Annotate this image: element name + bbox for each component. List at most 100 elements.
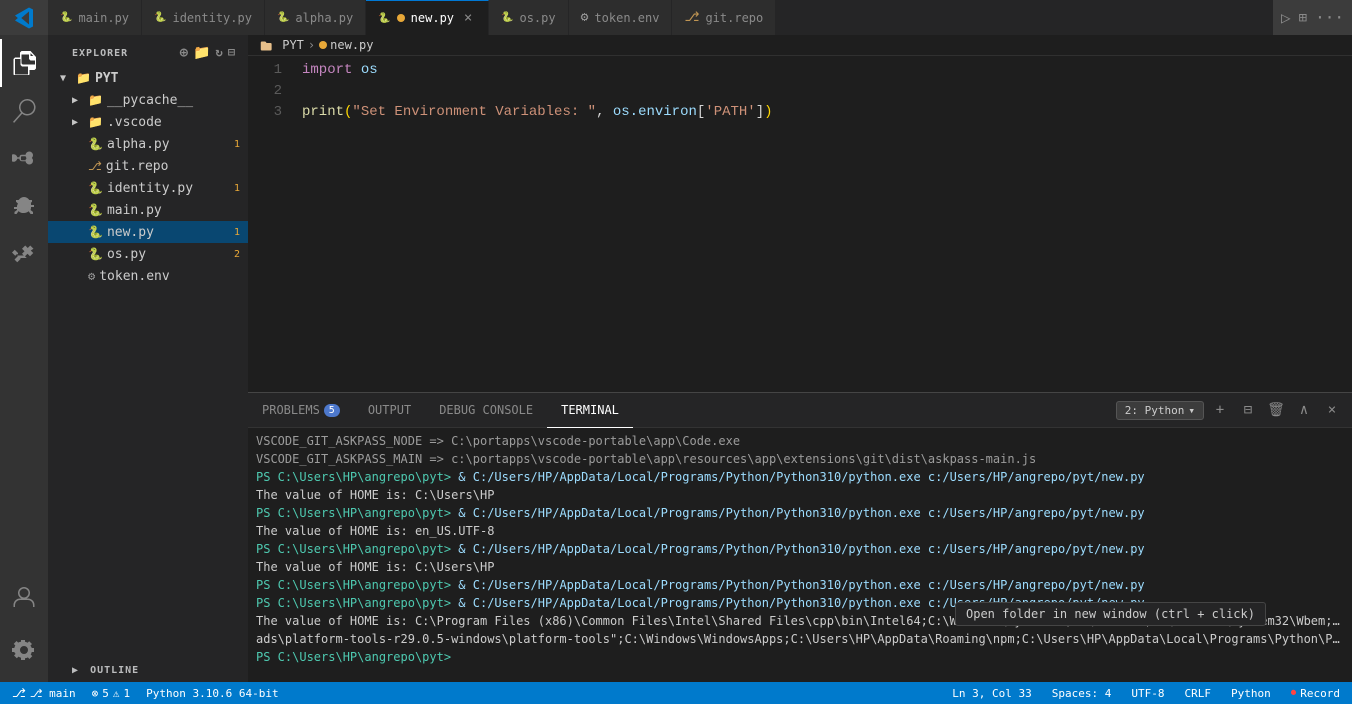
status-python-version[interactable]: Python 3.10.6 64-bit (142, 682, 282, 704)
more-options-icon[interactable]: ··· (1315, 8, 1344, 27)
line-ending-label: CRLF (1185, 687, 1212, 700)
sidebar-item-alpha.py[interactable]: 🐍 alpha.py 1 (48, 133, 248, 155)
activity-icon-debug[interactable] (0, 183, 48, 231)
file-type-icon: ⚙ (88, 269, 95, 283)
sidebar-root-label: PYT (95, 71, 248, 86)
outline-section[interactable]: ▶ OUTLINE (48, 659, 248, 682)
activity-bar-bottom (0, 574, 48, 674)
activity-icon-source-control[interactable] (0, 135, 48, 183)
tab-alpha.py[interactable]: 🐍 alpha.py (265, 0, 366, 35)
collapse-icon[interactable]: ⊟ (228, 45, 236, 61)
activity-icon-settings[interactable] (0, 626, 48, 674)
tooltip-text: Open folder in new window (ctrl + click) (966, 607, 1255, 621)
terminal-selector-label: 2: Python (1125, 404, 1185, 417)
tab-new.py[interactable]: 🐍new.py× (366, 0, 489, 35)
outline-arrow: ▶ (72, 665, 79, 676)
add-terminal-button[interactable]: + (1208, 398, 1232, 422)
new-file-icon[interactable]: ⊕ (180, 45, 189, 61)
warning-count: 1 (124, 687, 131, 700)
status-spaces[interactable]: Spaces: 4 (1048, 682, 1116, 704)
sidebar-item-.vscode[interactable]: ▶ 📁 .vscode (48, 111, 248, 133)
sidebar-item-label: identity.py (107, 181, 228, 196)
status-encoding[interactable]: UTF-8 (1127, 682, 1168, 704)
panel: PROBLEMS 5 OUTPUTDEBUG CONSOLETERMINAL 2: … (248, 392, 1352, 682)
split-terminal-button[interactable]: ⊟ (1236, 398, 1260, 422)
trash-terminal-button[interactable]: 🗑 (1264, 398, 1288, 422)
line-numbers: 123 (248, 60, 298, 388)
modified-indicator (397, 14, 405, 22)
sidebar-item-label: __pycache__ (107, 93, 248, 108)
badge: 1 (232, 183, 248, 194)
main-layout: EXPLORER ⊕ 📁 ↻ ⊟ ▼ 📁 PYT ▶ 📁 __pycache__… (0, 35, 1352, 682)
arrow-icon: ▶ (72, 117, 84, 128)
file-type-icon: 📁 (88, 93, 103, 107)
panel-badge: 5 (324, 404, 340, 417)
folder-icon: 📁 (76, 71, 91, 85)
terminal-line: PS C:\Users\HP\angrepo\pyt> (256, 648, 1344, 666)
tab-git.repo[interactable]: ⎇git.repo (672, 0, 776, 35)
sidebar-item-__pycache__[interactable]: ▶ 📁 __pycache__ (48, 89, 248, 111)
breadcrumb-file[interactable]: new.py (319, 38, 373, 52)
terminal-selector[interactable]: 2: Python ▾ (1116, 401, 1204, 420)
sidebar-item-os.py[interactable]: 🐍 os.py 2 (48, 243, 248, 265)
arrow-icon: ▶ (72, 95, 84, 106)
tab-close-button[interactable]: × (460, 10, 476, 26)
tab-identity.py[interactable]: 🐍identity.py (142, 0, 265, 35)
status-record[interactable]: ⏺ Record (1287, 682, 1344, 704)
tab-main.py[interactable]: 🐍main.py (48, 0, 142, 35)
sidebar-item-main.py[interactable]: 🐍 main.py (48, 199, 248, 221)
python-version-label: Python 3.10.6 64-bit (146, 687, 278, 700)
badge: 1 (232, 139, 248, 150)
status-errors[interactable]: ⊗ 5 ⚠ 1 (88, 682, 135, 704)
file-type-icon: 🐍 (88, 247, 103, 261)
status-line-ending[interactable]: CRLF (1181, 682, 1216, 704)
panel-tabs: PROBLEMS 5 OUTPUTDEBUG CONSOLETERMINAL 2: … (248, 393, 1352, 428)
record-icon: ⏺ (1291, 686, 1297, 700)
panel-tab-debug[interactable]: DEBUG CONSOLE (425, 393, 547, 428)
badge: 2 (232, 249, 248, 260)
sidebar-title: EXPLORER (72, 48, 128, 59)
split-editor-icon[interactable]: ⊞ (1299, 10, 1307, 26)
tab-file-icon: 🐍 (277, 12, 289, 23)
terminal-line: PS C:\Users\HP\angrepo\pyt> & C:/Users/H… (256, 504, 1344, 522)
panel-tab-label: PROBLEMS (262, 403, 320, 417)
panel-tab-terminal[interactable]: TERMINAL (547, 393, 633, 428)
sidebar-item-git.repo[interactable]: ⎇ git.repo (48, 155, 248, 177)
terminal-line: PS C:\Users\HP\angrepo\pyt> & C:/Users/H… (256, 468, 1344, 486)
run-icon[interactable]: ▷ (1281, 8, 1291, 27)
panel-tab-output[interactable]: OUTPUT (354, 393, 425, 428)
status-line-col[interactable]: Ln 3, Col 33 (948, 682, 1035, 704)
error-count: 5 (102, 687, 109, 700)
code-line-2 (302, 81, 1348, 102)
code-content[interactable]: import os print("Set Environment Variabl… (298, 60, 1352, 388)
activity-bar-top (0, 6, 48, 30)
activity-icon-explorer[interactable] (0, 39, 48, 87)
tab-file-icon: 🐍 (501, 12, 513, 23)
sidebar-item-token.env[interactable]: ⚙ token.env (48, 265, 248, 287)
close-panel-button[interactable]: × (1320, 398, 1344, 422)
tab-file-icon: ⎇ (684, 10, 699, 25)
terminal-content[interactable]: VSCODE_GIT_ASKPASS_NODE => C:\portapps\v… (248, 428, 1352, 682)
status-git[interactable]: ⎇ ⎇ main (8, 682, 80, 704)
activity-icon-account[interactable] (0, 574, 48, 622)
terminal-line: VSCODE_GIT_ASKPASS_MAIN => c:\portapps\v… (256, 450, 1344, 468)
status-language[interactable]: Python (1227, 682, 1275, 704)
arrow-icon: ▼ (60, 73, 72, 84)
sidebar-item-identity.py[interactable]: 🐍 identity.py 1 (48, 177, 248, 199)
activity-icon-search[interactable] (0, 87, 48, 135)
tab-label: alpha.py (295, 11, 353, 25)
error-icon: ⊗ (92, 687, 99, 700)
new-folder-icon[interactable]: 📁 (193, 45, 211, 61)
panel-tab-problems[interactable]: PROBLEMS 5 (248, 393, 354, 428)
tree-root-pyt[interactable]: ▼ 📁 PYT (48, 67, 248, 89)
tab-label: new.py (411, 11, 454, 25)
maximize-panel-button[interactable]: ∧ (1292, 398, 1316, 422)
refresh-icon[interactable]: ↻ (216, 45, 224, 61)
sidebar-item-new.py[interactable]: 🐍 new.py 1 (48, 221, 248, 243)
tab-token.env[interactable]: ⚙token.env (569, 0, 673, 35)
title-bar-right: ▷ ⊞ ··· (1273, 8, 1352, 27)
activity-icon-extensions[interactable] (0, 231, 48, 279)
breadcrumb-folder[interactable]: PYT (260, 38, 304, 52)
tab-os.py[interactable]: 🐍os.py (489, 0, 569, 35)
terminal-line: PS C:\Users\HP\angrepo\pyt> & C:/Users/H… (256, 576, 1344, 594)
